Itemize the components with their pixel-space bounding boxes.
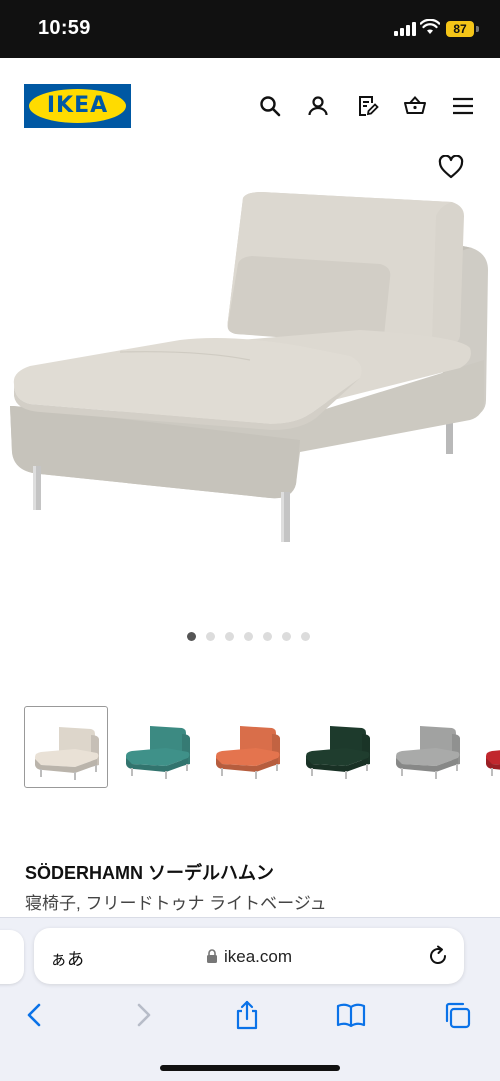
back-icon[interactable] — [20, 1000, 50, 1030]
product-description: 寝椅子, フリードトゥナ ライトベージュ — [25, 894, 327, 913]
url-text: ikea.com — [224, 947, 293, 966]
tabs-icon[interactable] — [442, 1000, 472, 1030]
carousel-dot[interactable] — [263, 632, 272, 641]
status-time: 10:59 — [38, 17, 91, 39]
logo-text: IKEA — [46, 93, 109, 118]
variant-thumb-light-beige[interactable] — [24, 706, 108, 788]
variant-thumb-red[interactable] — [476, 706, 500, 788]
color-variant-list — [0, 700, 500, 792]
carousel-dot[interactable] — [225, 632, 234, 641]
reload-icon[interactable] — [426, 944, 450, 968]
carousel-dot[interactable] — [301, 632, 310, 641]
battery-level: 87 — [446, 21, 474, 37]
product-image[interactable] — [0, 180, 500, 560]
home-indicator — [160, 1065, 340, 1071]
carousel-dot[interactable] — [187, 632, 196, 641]
account-icon[interactable] — [306, 94, 330, 118]
variant-thumb-grey[interactable] — [386, 706, 470, 788]
bookmarks-icon[interactable] — [336, 1000, 366, 1030]
variant-thumb-teal[interactable] — [116, 706, 200, 788]
battery-tip — [476, 26, 479, 32]
status-bar: 10:59 87 — [0, 0, 500, 58]
carousel-dot[interactable] — [206, 632, 215, 641]
carousel-dot[interactable] — [244, 632, 253, 641]
site-header: IKEA — [0, 58, 500, 153]
ikea-logo[interactable]: IKEA — [24, 84, 131, 128]
forward-icon[interactable] — [128, 1000, 158, 1030]
text-size-button[interactable]: ぁあ — [50, 945, 84, 970]
favorite-heart-icon[interactable] — [438, 155, 464, 179]
address-bar[interactable]: ぁあ ikea.com — [34, 928, 464, 984]
search-icon[interactable] — [258, 94, 282, 118]
carousel-dot[interactable] — [282, 632, 291, 641]
menu-icon[interactable] — [451, 94, 475, 118]
previous-tab-peek[interactable] — [0, 930, 24, 984]
variant-thumb-dark-green[interactable] — [296, 706, 380, 788]
lock-icon — [207, 949, 217, 963]
signal-icon — [394, 22, 416, 36]
wifi-icon — [420, 19, 440, 34]
shopping-list-icon[interactable] — [355, 94, 379, 118]
browser-toolbar: ぁあ ikea.com — [0, 917, 500, 1081]
basket-icon[interactable] — [403, 94, 427, 118]
share-icon[interactable] — [232, 1000, 262, 1030]
variant-thumb-orange[interactable] — [206, 706, 290, 788]
product-name: SÖDERHAMN ソーデルハムン — [25, 863, 275, 883]
